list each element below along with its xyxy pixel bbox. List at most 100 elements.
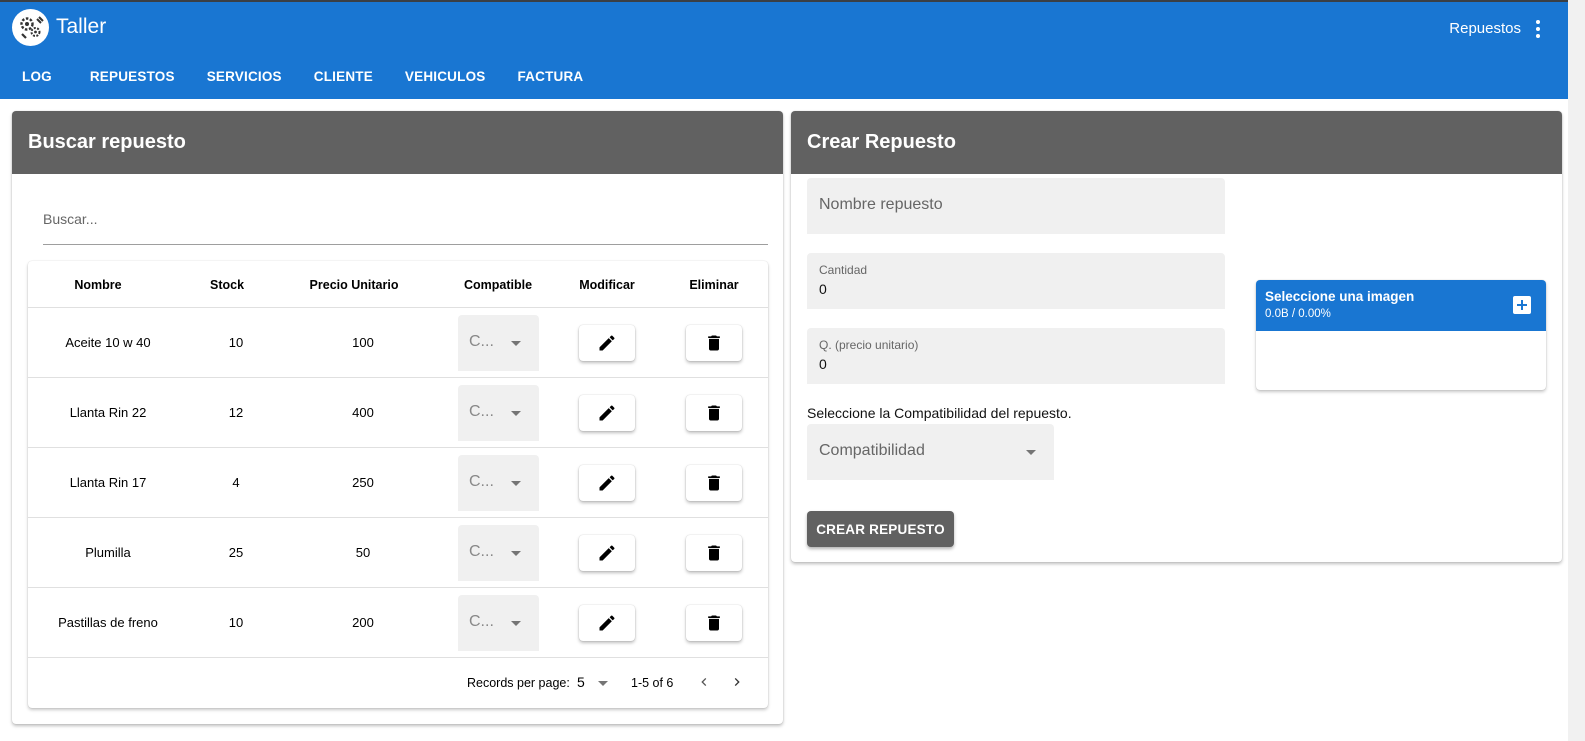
col-header-stock[interactable]: Stock — [210, 278, 244, 292]
cell-stock: 10 — [228, 335, 244, 350]
cell-nombre: Aceite 10 w 40 — [65, 335, 151, 350]
app-logo-icon[interactable] — [12, 9, 49, 46]
tab-servicios[interactable]: SERVICIOS — [191, 52, 298, 101]
unit-price-value: 0 — [819, 356, 827, 372]
cell-nombre: Plumilla — [85, 545, 131, 560]
page-range: 1-5 of 6 — [631, 676, 674, 690]
create-part-card: Crear Repuesto Nombre repuesto Cantidad … — [791, 111, 1562, 562]
unit-price-field[interactable]: Q. (precio unitario) 0 — [807, 328, 1225, 384]
app-bar: Taller Repuestos LOG REPUESTOS SERVICIOS… — [0, 0, 1568, 101]
edit-button[interactable] — [579, 465, 635, 501]
trash-icon — [708, 335, 720, 351]
edit-button[interactable] — [579, 325, 635, 361]
compatibility-placeholder: Compatibilidad — [819, 442, 925, 459]
quantity-field[interactable]: Cantidad 0 — [807, 253, 1225, 309]
pencil-icon — [599, 335, 615, 351]
delete-button[interactable] — [686, 465, 742, 501]
next-page-button[interactable] — [725, 670, 749, 694]
app-title: Taller — [56, 15, 107, 38]
compatible-select[interactable]: C... — [458, 525, 539, 581]
tab-repuestos[interactable]: REPUESTOS — [73, 52, 191, 101]
compatible-select[interactable]: C... — [458, 595, 539, 651]
cell-precio: 250 — [352, 475, 374, 490]
cell-precio: 100 — [352, 335, 374, 350]
caret-down-icon — [511, 551, 521, 556]
compatible-select-value: C... — [469, 543, 494, 560]
prev-page-button[interactable] — [692, 670, 716, 694]
upload-progress-text: 0.0B / 0.00% — [1265, 308, 1331, 320]
trash-icon — [708, 475, 720, 491]
trash-icon — [708, 545, 720, 561]
quantity-label: Cantidad — [819, 263, 868, 277]
more-vert-icon[interactable] — [1530, 17, 1546, 41]
table-row: Plumilla 25 50 C... — [28, 518, 768, 588]
section-menu-label[interactable]: Repuestos — [1449, 20, 1521, 37]
search-card-title: Buscar repuesto — [12, 111, 783, 174]
records-per-page-select[interactable]: 5 — [577, 674, 585, 690]
compatible-select[interactable]: C... — [458, 455, 539, 511]
pencil-icon — [599, 405, 615, 421]
caret-down-icon — [511, 341, 521, 346]
pencil-icon — [599, 475, 615, 491]
edit-button[interactable] — [579, 605, 635, 641]
trash-icon — [708, 405, 720, 421]
part-name-label: Nombre repuesto — [819, 196, 943, 213]
compatible-select-value: C... — [469, 333, 494, 350]
delete-button[interactable] — [686, 535, 742, 571]
pencil-icon — [599, 545, 615, 561]
cell-stock: 4 — [232, 475, 240, 490]
unit-price-label: Q. (precio unitario) — [819, 338, 919, 352]
page-scrollbar[interactable] — [1568, 0, 1585, 741]
tab-factura[interactable]: FACTURA — [501, 52, 599, 101]
search-parts-card: Buscar repuesto Nombre Stock Precio Unit… — [12, 111, 783, 724]
create-card-title: Crear Repuesto — [791, 111, 1562, 174]
table-pagination: Records per page: 5 1-5 of 6 — [28, 658, 768, 708]
chevron-left-icon — [701, 678, 707, 686]
cell-precio: 200 — [352, 615, 374, 630]
table-row: Pastillas de freno 10 200 C... — [28, 588, 768, 658]
compatible-select[interactable]: C... — [458, 385, 539, 441]
nav-tabs: LOG REPUESTOS SERVICIOS CLIENTE VEHICULO… — [0, 52, 599, 101]
cell-nombre: Llanta Rin 22 — [69, 405, 147, 420]
search-input[interactable] — [43, 199, 768, 227]
caret-down-icon — [511, 411, 521, 416]
tab-log[interactable]: LOG — [0, 52, 74, 101]
delete-button[interactable] — [686, 395, 742, 431]
col-header-nombre[interactable]: Nombre — [74, 278, 121, 292]
delete-button[interactable] — [686, 605, 742, 641]
trash-icon — [708, 615, 720, 631]
part-name-field[interactable]: Nombre repuesto — [807, 178, 1225, 234]
tab-cliente[interactable]: CLIENTE — [298, 52, 389, 101]
parts-table: Nombre Stock Precio Unitario Compatible … — [28, 261, 768, 708]
table-row: Aceite 10 w 40 10 100 C... — [28, 308, 768, 378]
caret-down-icon[interactable] — [598, 681, 608, 686]
caret-down-icon — [511, 481, 521, 486]
compatible-select-value: C... — [469, 403, 494, 420]
table-row: Llanta Rin 17 4 250 C... — [28, 448, 768, 518]
create-part-button[interactable]: CREAR REPUESTO — [807, 511, 954, 547]
delete-button[interactable] — [686, 325, 742, 361]
quantity-value: 0 — [819, 281, 827, 297]
col-header-compatible[interactable]: Compatible — [464, 278, 532, 292]
add-image-button[interactable] — [1513, 296, 1531, 314]
search-field — [43, 199, 768, 245]
image-uploader-title: Seleccione una imagen — [1265, 289, 1415, 304]
col-header-precio[interactable]: Precio Unitario — [310, 278, 399, 292]
edit-button[interactable] — [579, 535, 635, 571]
tab-vehiculos[interactable]: VEHICULOS — [389, 52, 502, 101]
compatible-select[interactable]: C... — [458, 315, 539, 371]
image-uploader-header: Seleccione una imagen 0.0B / 0.00% — [1256, 280, 1546, 331]
records-per-page-label: Records per page: — [467, 676, 570, 690]
col-header-modificar[interactable]: Modificar — [579, 278, 635, 292]
image-uploader: Seleccione una imagen 0.0B / 0.00% — [1256, 280, 1546, 390]
table-header: Nombre Stock Precio Unitario Compatible … — [28, 261, 768, 308]
compatible-select-value: C... — [469, 473, 494, 490]
compatibility-select[interactable]: Compatibilidad — [807, 424, 1054, 480]
edit-button[interactable] — [579, 395, 635, 431]
col-header-eliminar[interactable]: Eliminar — [689, 278, 738, 292]
cell-stock: 25 — [228, 545, 244, 560]
caret-down-icon — [511, 621, 521, 626]
caret-down-icon — [1026, 450, 1036, 455]
compatible-select-value: C... — [469, 613, 494, 630]
cell-nombre: Llanta Rin 17 — [69, 475, 147, 490]
